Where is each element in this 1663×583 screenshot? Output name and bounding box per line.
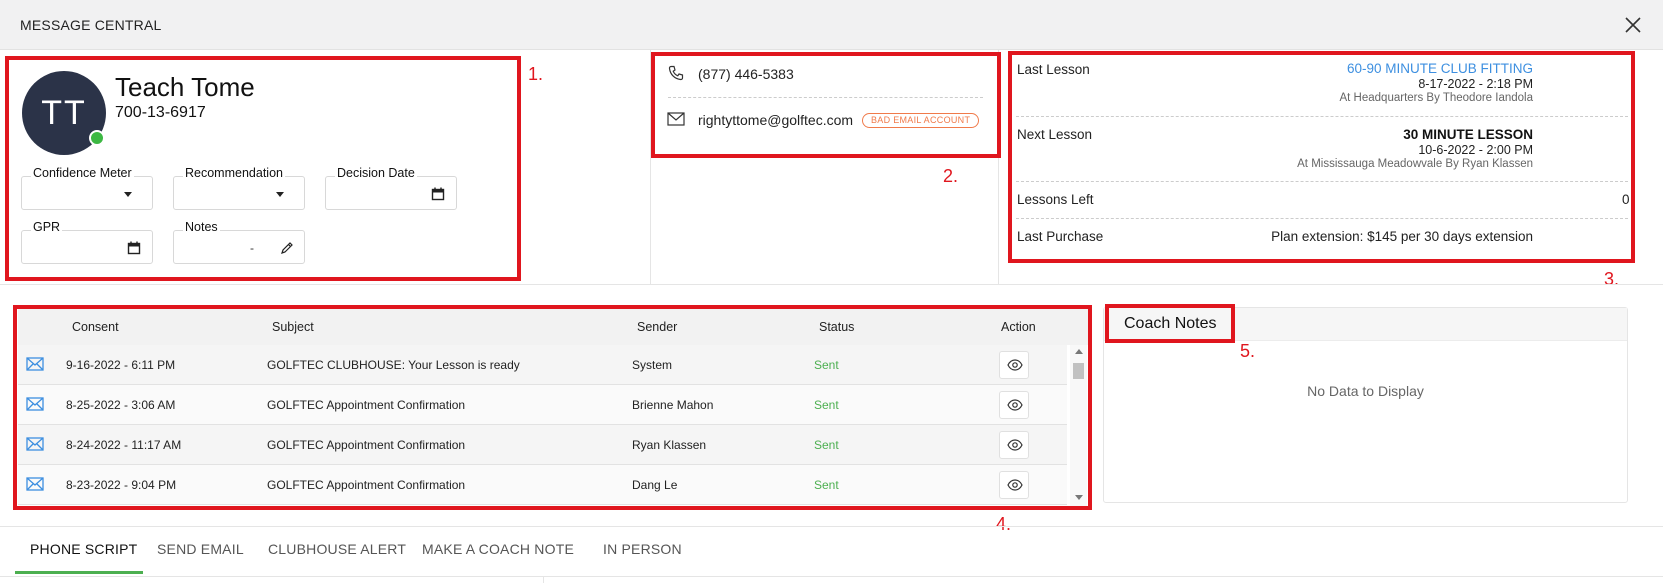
chevron-down-icon [124,192,132,197]
next-lesson-info: 30 MINUTE LESSON 10-6-2022 - 2:00 PM At … [1297,127,1533,170]
gpr-date-field[interactable] [21,230,153,264]
divider [1016,116,1628,117]
next-lesson-title: 30 MINUTE LESSON [1403,127,1533,142]
annotation-label-2: 2. [943,166,959,186]
phone-icon[interactable] [668,65,684,81]
tab-make-a-coach-note[interactable]: MAKE A COACH NOTE [422,541,574,557]
student-id: 700-13-6917 [115,104,206,121]
notes-value: - [250,241,254,255]
recommendation-label: Recommendation [183,166,285,180]
divider [1016,218,1628,219]
tab-clubhouse-alert[interactable]: CLUBHOUSE ALERT [268,541,406,557]
last-lesson-info: 60-90 MINUTE CLUB FITTING 8-17-2022 - 2:… [1340,61,1534,104]
email-address[interactable]: rightyttome@golftec.com [698,112,853,128]
last-purchase-label: Last Purchase [1017,229,1104,244]
decision-date-label: Decision Date [335,166,417,180]
window-title: MESSAGE CENTRAL [20,17,162,33]
lessons-left-label: Lessons Left [1017,192,1094,207]
close-icon[interactable] [1621,13,1645,37]
gpr-label: GPR [31,220,63,234]
notes-label: Notes [183,220,220,234]
recommendation-select[interactable] [173,176,305,210]
notes-field[interactable]: - [173,230,305,264]
annotation-label-5: 5. [1240,341,1256,361]
next-lesson-location: At Mississauga Meadowvale By Ryan Klasse… [1297,158,1533,170]
online-status-dot [89,130,105,146]
tab-send-email[interactable]: SEND EMAIL [157,541,244,557]
tab-in-person[interactable]: IN PERSON [603,541,682,557]
section-divider [0,284,1663,285]
confidence-meter-select[interactable] [21,176,153,210]
last-lesson-label: Last Lesson [1017,62,1090,77]
annotation-box-4 [13,305,1092,510]
mail-icon[interactable] [667,112,685,126]
next-lesson-datetime: 10-6-2022 - 2:00 PM [1418,143,1533,157]
phone-number[interactable]: (877) 446-5383 [698,66,794,82]
pencil-icon[interactable] [280,241,294,255]
last-purchase-info: Plan extension: $145 per 30 days extensi… [1271,229,1533,244]
chevron-down-icon [276,192,284,197]
content-divider [543,576,544,583]
calendar-icon[interactable] [127,241,141,255]
bottom-tabs [0,526,1663,583]
tab-phone-script[interactable]: PHONE SCRIPT [30,541,137,557]
annotation-label-1: 1. [528,64,544,84]
avatar-initials: TT [41,93,87,132]
lessons-left-value: 0 [1622,192,1630,207]
divider [668,97,983,98]
last-lesson-datetime: 8-17-2022 - 2:18 PM [1418,77,1533,91]
active-tab-indicator [15,571,143,574]
last-lesson-location: At Headquarters By Theodore Iandola [1339,92,1534,104]
next-lesson-label: Next Lesson [1017,127,1093,142]
last-lesson-link[interactable]: 60-90 MINUTE CLUB FITTING [1340,61,1533,76]
bad-email-badge: BAD EMAIL ACCOUNT [862,113,980,128]
confidence-meter-label: Confidence Meter [31,166,134,180]
decision-date-field[interactable] [325,176,457,210]
last-purchase-value: Plan extension: $145 per 30 days extensi… [1271,229,1533,244]
annotation-label-3: 3. [1604,269,1620,289]
divider [1016,181,1628,182]
tabs-divider [0,576,1663,577]
coach-notes-empty: No Data to Display [1307,383,1424,399]
calendar-icon[interactable] [431,187,445,201]
annotation-box-5 [1105,304,1235,343]
title-bar: MESSAGE CENTRAL [0,0,1663,50]
student-name: Teach Tome [115,72,255,102]
